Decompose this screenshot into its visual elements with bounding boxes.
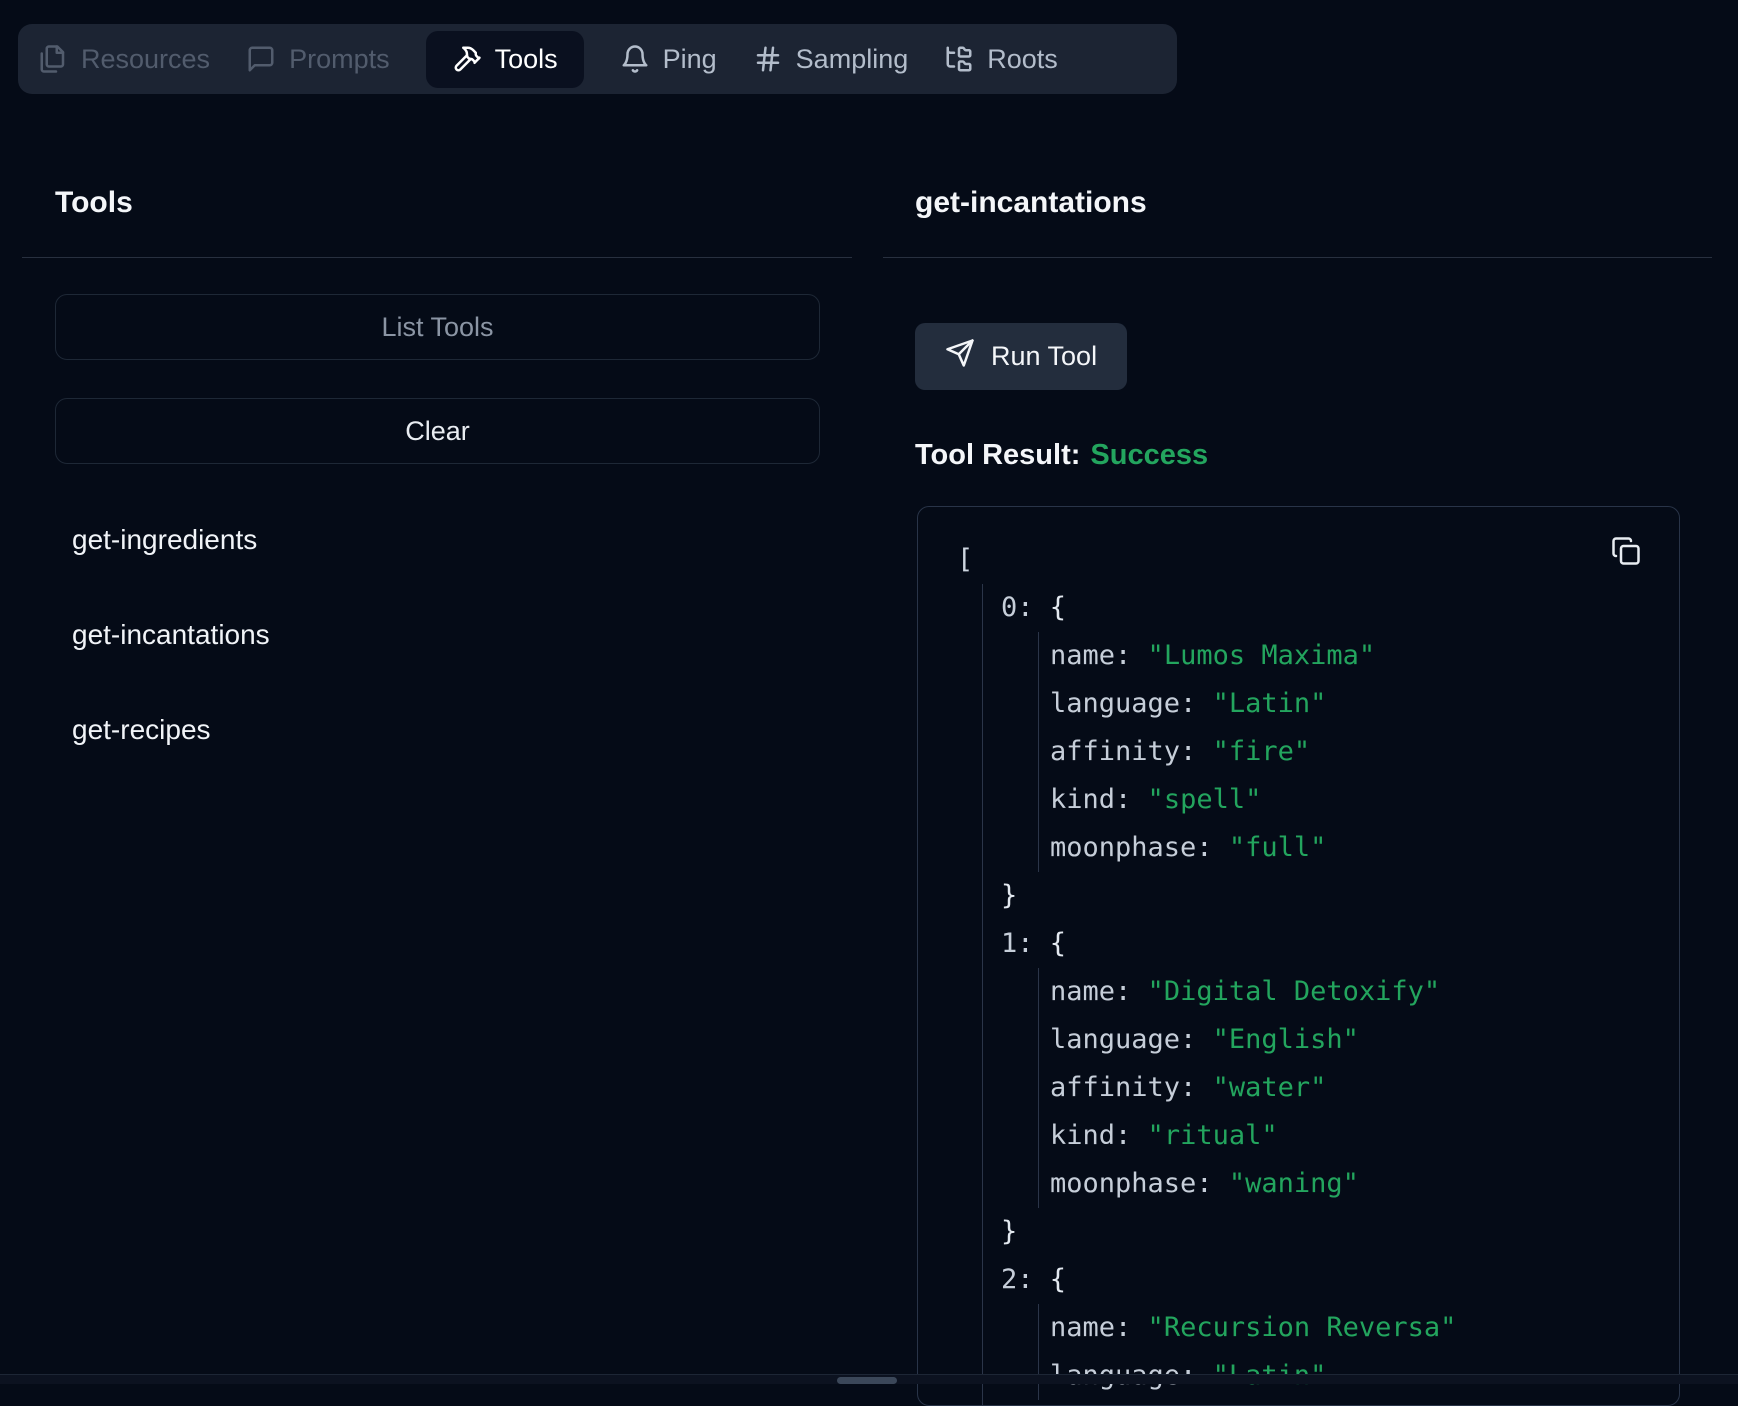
- divider: [22, 257, 852, 258]
- tab-bar: Resources Prompts Tools Ping Sampling Ro…: [18, 24, 1177, 94]
- code-line: }: [983, 1208, 1679, 1256]
- tool-list-item-get-recipes[interactable]: get-recipes: [55, 710, 755, 750]
- tab-label: Tools: [495, 44, 558, 75]
- tool-list-item-get-ingredients[interactable]: get-ingredients: [55, 520, 755, 560]
- selected-tool-title: get-incantations: [915, 184, 1147, 222]
- tab-label: Prompts: [289, 44, 390, 75]
- tab-label: Roots: [987, 44, 1058, 75]
- tool-result-json: [0: {name: Lumos Maximalanguage: Latinaf…: [917, 506, 1680, 1406]
- json-tree: [0: {name: Lumos Maximalanguage: Latinaf…: [957, 536, 1679, 1406]
- tool-list: get-ingredients get-incantations get-rec…: [55, 520, 755, 805]
- horizontal-scrollbar-track: [0, 1374, 1738, 1384]
- tools-panel-title: Tools: [55, 184, 133, 222]
- tab-label: Sampling: [796, 44, 909, 75]
- tool-result-status: Success: [1090, 439, 1208, 471]
- tab-label: Ping: [663, 44, 717, 75]
- send-icon: [945, 338, 975, 375]
- tab-label: Resources: [81, 44, 210, 75]
- code-line: name: Recursion Reversa: [1039, 1304, 1679, 1352]
- code-line: name: Digital Detoxify: [1039, 968, 1679, 1016]
- clear-label: Clear: [405, 416, 470, 447]
- code-line: moonphase: waning: [1039, 1160, 1679, 1208]
- tool-list-item-get-incantations[interactable]: get-incantations: [55, 615, 755, 655]
- code-line: name: Lumos Maxima: [1039, 632, 1679, 680]
- run-tool-label: Run Tool: [991, 341, 1097, 372]
- hash-icon: [753, 44, 783, 74]
- code-line: kind: spell: [1039, 776, 1679, 824]
- code-line: [: [957, 536, 1679, 584]
- tab-tools[interactable]: Tools: [426, 31, 584, 88]
- code-line: language: Latin: [1039, 680, 1679, 728]
- code-line: 0: {: [983, 584, 1679, 632]
- code-line: affinity: water: [1039, 1064, 1679, 1112]
- bell-icon: [620, 44, 650, 74]
- clear-button[interactable]: Clear: [55, 398, 820, 464]
- run-tool-button[interactable]: Run Tool: [915, 323, 1127, 390]
- tab-resources[interactable]: Resources: [38, 44, 210, 75]
- list-tools-label: List Tools: [381, 312, 493, 343]
- code-line: }: [983, 872, 1679, 920]
- tab-prompts[interactable]: Prompts: [246, 44, 390, 75]
- code-line: moonphase: full: [1039, 824, 1679, 872]
- code-line: 2: {: [983, 1256, 1679, 1304]
- hammer-icon: [452, 44, 482, 74]
- folder-tree-icon: [944, 44, 974, 74]
- copy-icon[interactable]: [1611, 535, 1643, 567]
- list-tools-button[interactable]: List Tools: [55, 294, 820, 360]
- tool-result-line: Tool Result: Success: [915, 437, 1208, 473]
- tool-result-label: Tool Result:: [915, 439, 1080, 471]
- tab-sampling[interactable]: Sampling: [753, 44, 909, 75]
- mcp-inspector-page: { "nav": { "tabs": [ {"label": "Resource…: [0, 0, 1738, 1384]
- code-line: affinity: fire: [1039, 728, 1679, 776]
- divider: [883, 257, 1712, 258]
- horizontal-scrollbar-thumb[interactable]: [837, 1377, 897, 1384]
- message-square-icon: [246, 44, 276, 74]
- code-line: language: English: [1039, 1016, 1679, 1064]
- files-icon: [38, 44, 68, 74]
- tab-ping[interactable]: Ping: [620, 44, 717, 75]
- code-line: 1: {: [983, 920, 1679, 968]
- tab-roots[interactable]: Roots: [944, 44, 1058, 75]
- code-line: kind: ritual: [1039, 1112, 1679, 1160]
- code-line: }: [983, 1400, 1679, 1406]
